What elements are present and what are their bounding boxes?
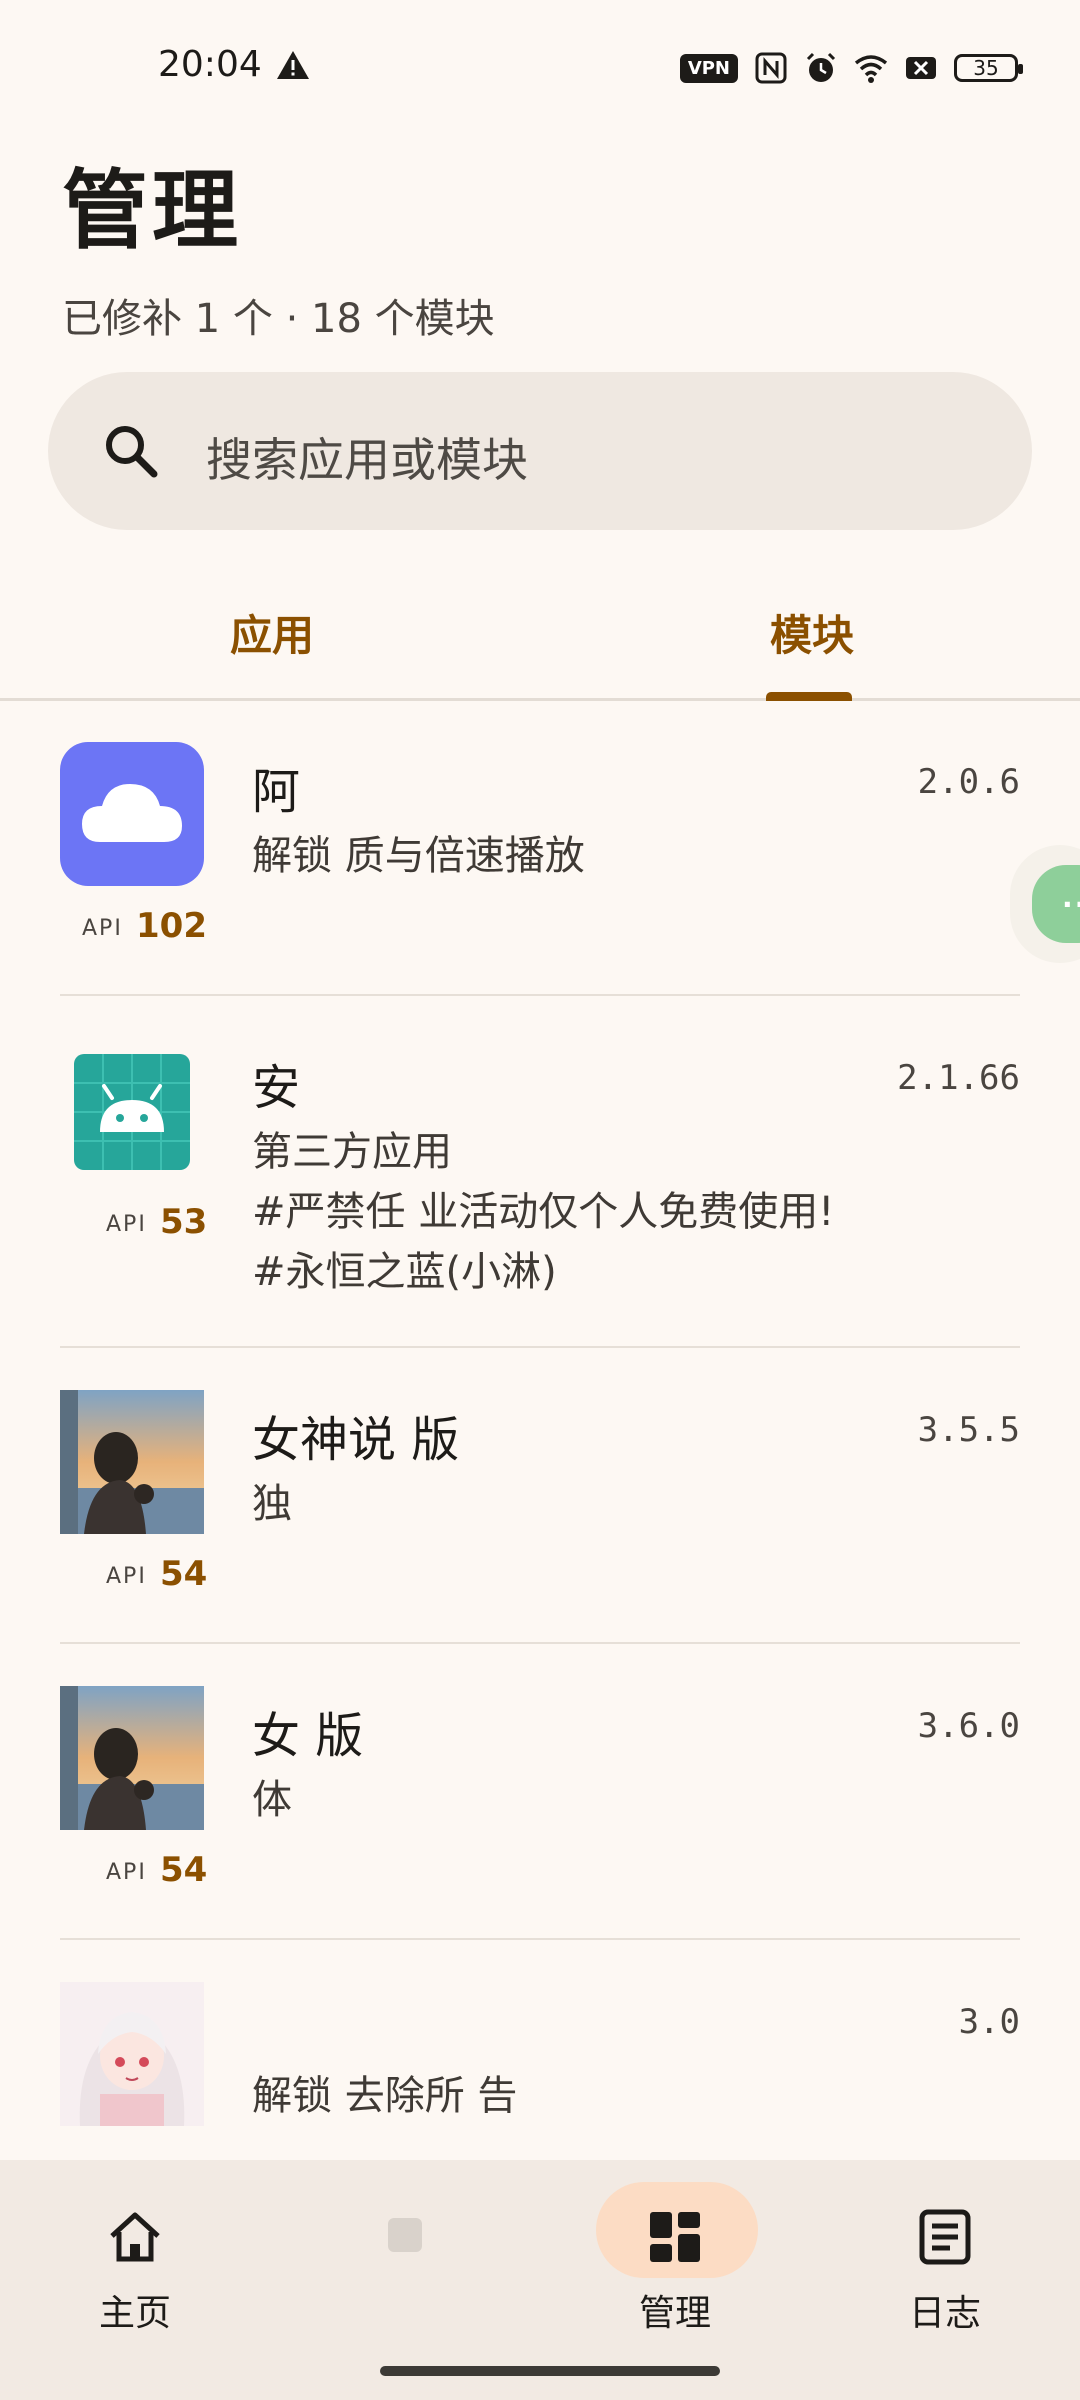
tab-apps[interactable]: 应用 xyxy=(230,602,314,663)
search-placeholder: 搜索应用或模块 xyxy=(206,433,528,487)
module-name: 女 版 xyxy=(252,1708,364,1764)
nav-label-logs: 日志 xyxy=(908,2293,981,2334)
nav-item-manage[interactable]: 管理 xyxy=(540,2160,810,2400)
nav-item-home[interactable]: 主页 xyxy=(0,2160,270,2400)
status-time: 20:04 xyxy=(158,44,262,85)
module-description: 独 xyxy=(252,1481,292,1527)
module-name: 阿 xyxy=(252,764,301,820)
list-item[interactable]: API 102 阿 2.0.6 解锁 质与倍速播放 xyxy=(0,700,1080,996)
api-value: 54 xyxy=(160,1554,208,1594)
module-version: 2.0.6 xyxy=(917,762,1020,802)
redacted-icon xyxy=(388,2218,422,2252)
nfc-icon xyxy=(755,52,787,84)
page-title: 管理 xyxy=(62,161,242,261)
anime-avatar-icon xyxy=(60,1982,204,2126)
module-version: 3.6.0 xyxy=(917,1706,1020,1746)
vpn-badge: VPN xyxy=(679,53,738,83)
photo-avatar-icon xyxy=(60,1390,204,1534)
api-value: 54 xyxy=(160,1850,208,1890)
api-label: API xyxy=(82,916,123,941)
nav-item-redacted[interactable] xyxy=(270,2160,540,2400)
battery-indicator: 35 xyxy=(954,54,1023,82)
home-icon xyxy=(110,2212,160,2262)
api-label: API xyxy=(106,1564,147,1589)
module-version: 3.0 xyxy=(958,2002,1020,2042)
photo-avatar-icon xyxy=(60,1686,204,1830)
module-version: 3.5.5 xyxy=(917,1410,1020,1450)
grid-manage-icon xyxy=(650,2212,700,2262)
api-label: API xyxy=(106,1860,147,1885)
status-icons: VPN 35 xyxy=(679,48,1023,88)
nav-label-home: 主页 xyxy=(98,2293,171,2334)
cloud-icon xyxy=(60,742,204,886)
module-description: 解锁 去除所 告 xyxy=(252,2073,518,2119)
page-subtitle: 已修补 1 个 · 18 个模块 xyxy=(62,296,495,342)
module-version: 2.1.66 xyxy=(897,1058,1020,1098)
gesture-handle[interactable] xyxy=(380,2366,720,2376)
list-item[interactable]: API 54 女神说 版 3.5.5 独 xyxy=(0,1348,1080,1644)
list-item[interactable]: API 53 安 2.1.66 第三方应用 #严禁任 业活动仅个人免费使用! #… xyxy=(0,996,1080,1348)
nav-item-logs[interactable]: 日志 xyxy=(810,2160,1080,2400)
tab-modules[interactable]: 模块 xyxy=(770,602,854,663)
module-name: 女神说 版 xyxy=(252,1412,460,1468)
sim-off-icon xyxy=(906,57,936,79)
module-name: 安 xyxy=(252,1060,301,1116)
list-item[interactable]: API 54 女 版 3.6.0 体 xyxy=(0,1644,1080,1940)
search-icon xyxy=(106,426,158,478)
module-description: 第三方应用 #严禁任 业活动仅个人免费使用! #永恒之蓝(小淋) xyxy=(252,1129,835,1295)
search-bar[interactable]: 搜索应用或模块 xyxy=(48,372,1032,530)
module-description: 解锁 质与倍速播放 xyxy=(252,833,585,879)
warning-icon xyxy=(277,51,309,79)
status-bar: 20:04 VPN 35 xyxy=(0,0,1080,130)
api-label: API xyxy=(106,1212,147,1237)
log-icon xyxy=(919,2209,971,2265)
nav-label-manage: 管理 xyxy=(638,2293,711,2334)
alarm-icon xyxy=(806,52,836,82)
api-value: 102 xyxy=(136,906,207,946)
api-value: 53 xyxy=(160,1202,208,1242)
module-description: 体 xyxy=(252,1777,292,1823)
android-icon xyxy=(74,1054,190,1170)
wifi-icon xyxy=(854,55,888,83)
bottom-navigation: 主页 管理 日志 xyxy=(0,2160,1080,2400)
list-item[interactable]: 3.0 解锁 去除所 告 xyxy=(0,1940,1080,2160)
